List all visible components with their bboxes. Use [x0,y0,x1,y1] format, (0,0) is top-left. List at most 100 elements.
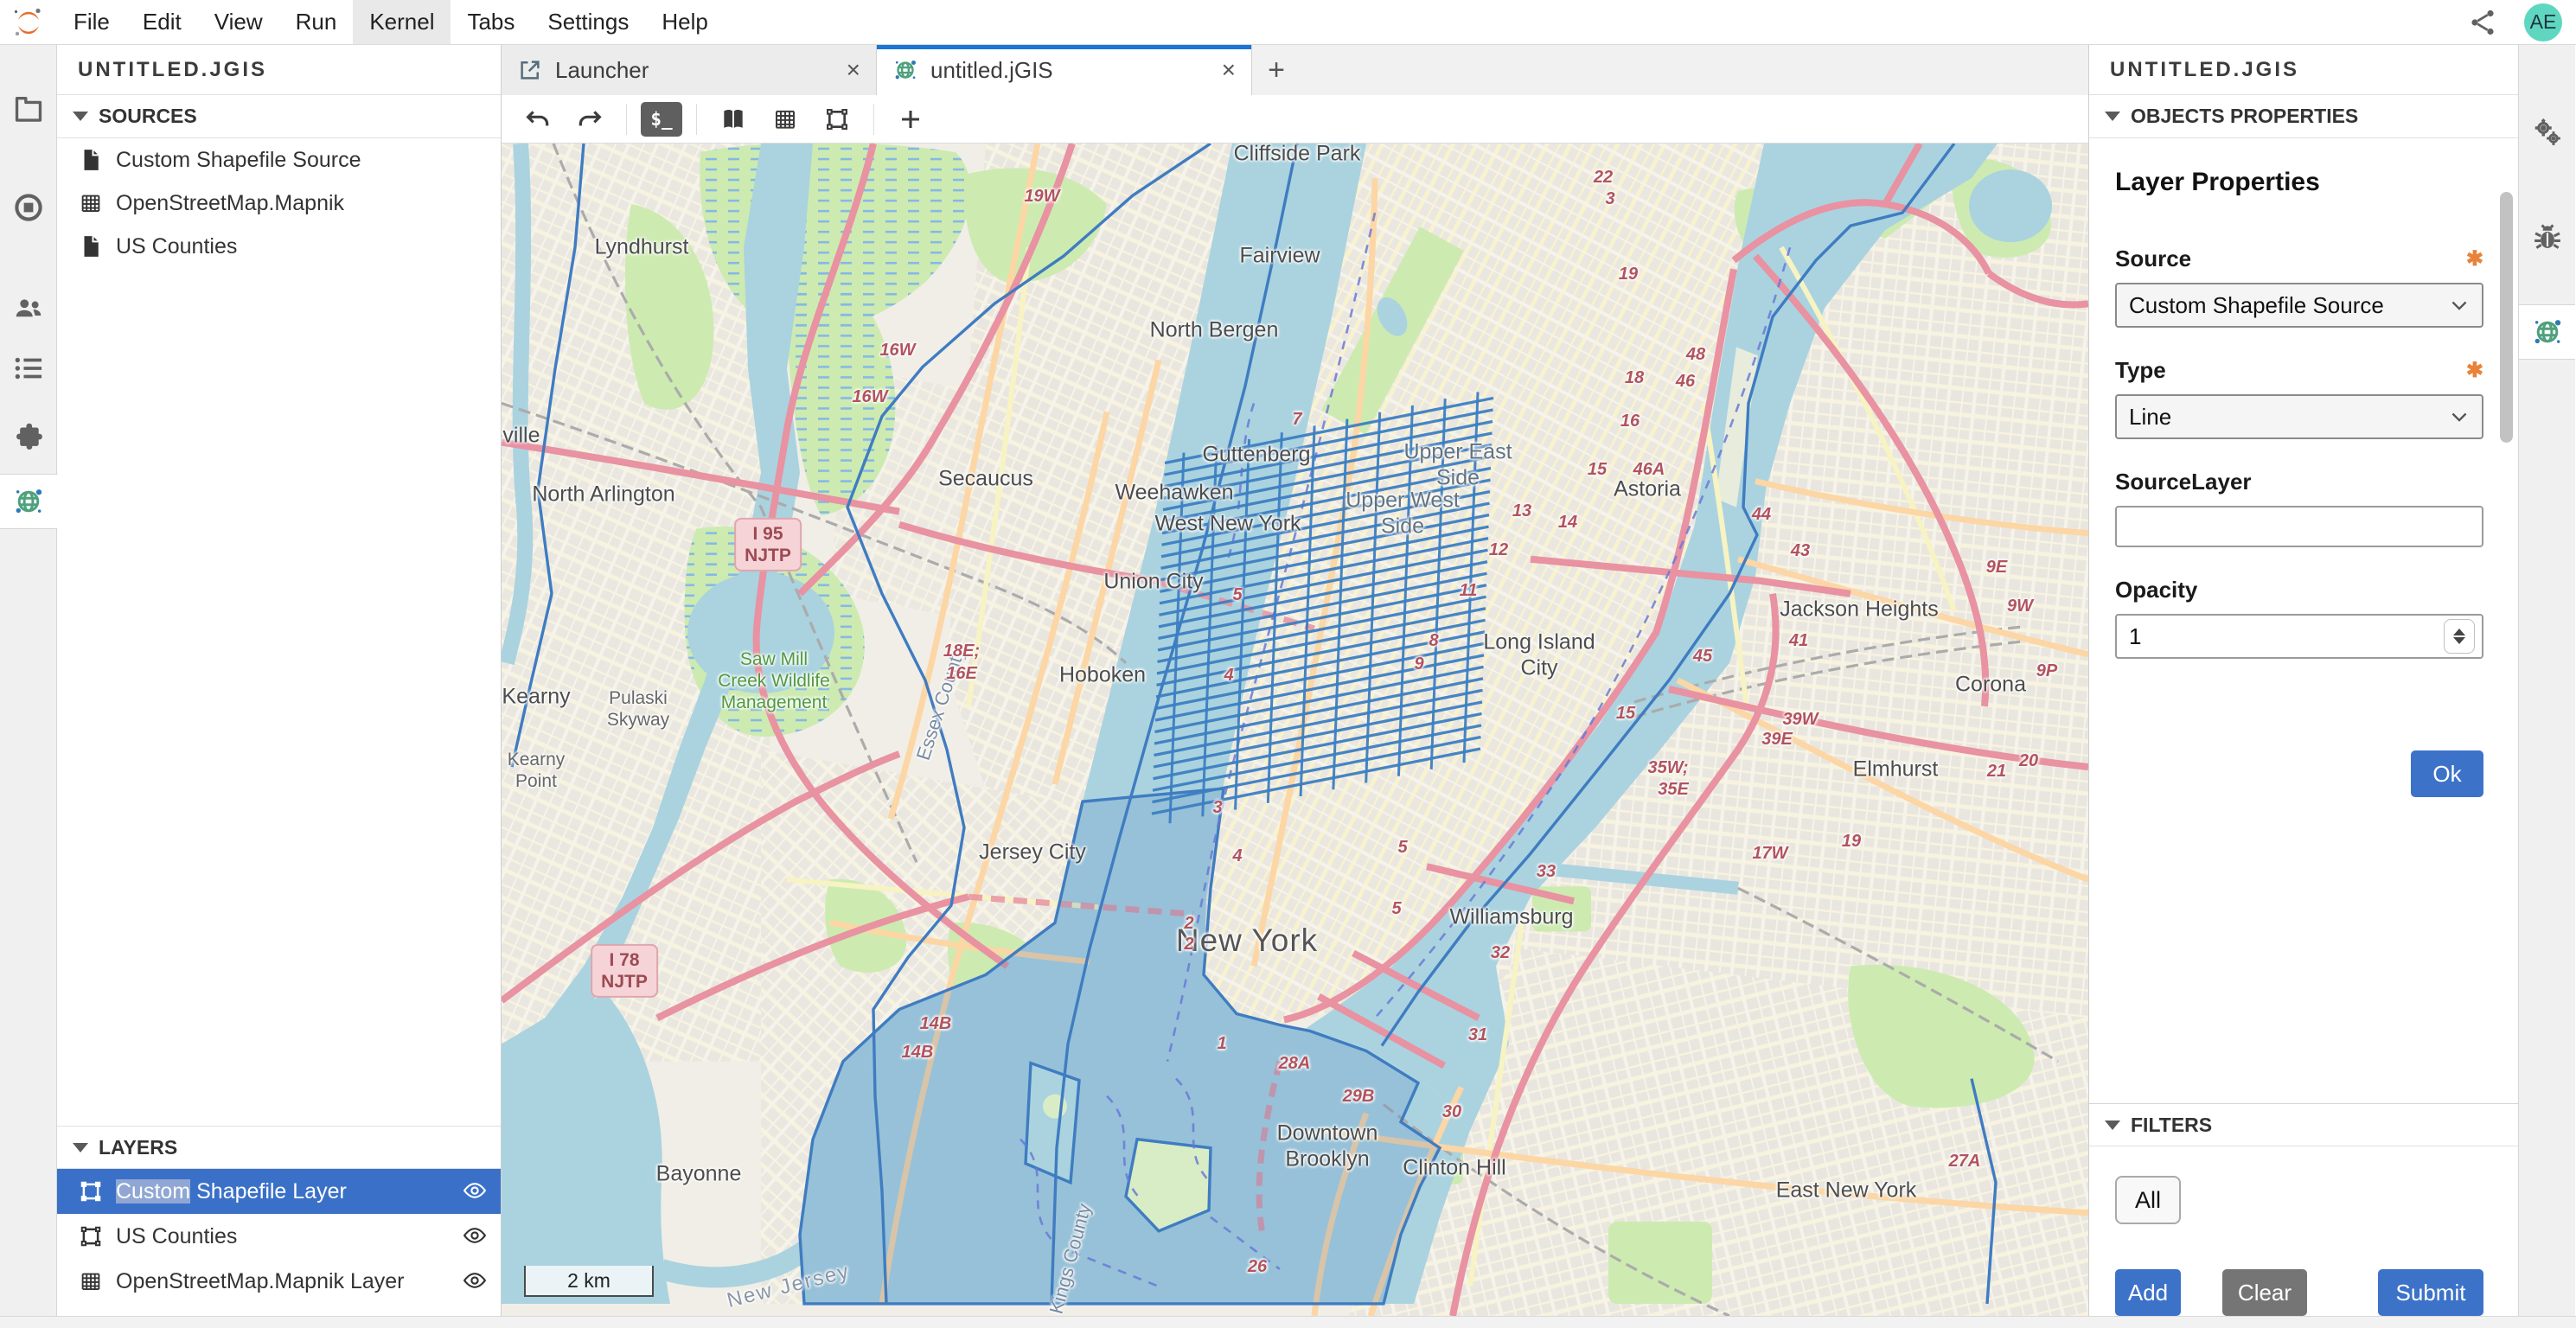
map-canvas[interactable]: Cliffside ParkLyndhurstFairviewNorth Ber… [502,144,2088,1316]
menu-tabs[interactable]: Tabs [451,0,531,44]
road-shield-label: 39W [1782,710,1818,731]
objects-properties-label: OBJECTS PROPERTIES [2131,105,2358,128]
map-label: Hoboken [1059,662,1146,688]
menu-view[interactable]: View [198,0,279,44]
property-inspector-icon[interactable] [2519,105,2575,161]
jupytergis-panel-icon[interactable] [0,474,58,529]
source-item[interactable]: US Counties [57,225,501,268]
number-spinner[interactable] [2444,619,2475,654]
sourcelayer-input[interactable] [2115,506,2483,547]
menu-kernel[interactable]: Kernel [353,0,451,44]
open-symbology-button[interactable] [711,99,756,139]
left-activity-bar [0,45,57,1316]
field-value: 1 [2129,623,2141,650]
road-shield-label: 14 [1558,513,1577,533]
map-label: New Jersey [725,1260,853,1314]
add-button[interactable]: Add [2115,1269,2181,1316]
menu-edit[interactable]: Edit [126,0,198,44]
layer-item[interactable]: Custom Shapefile Layer [57,1169,501,1214]
new-raster-layer-button[interactable] [763,99,808,139]
menu-file[interactable]: File [57,0,126,44]
field-label-row: Source✱ [2115,246,2483,272]
map-label: eville [502,423,540,449]
new-vector-layer-button[interactable] [815,99,860,139]
running-kernels-icon[interactable] [0,180,56,235]
opacity-input[interactable]: 1 [2115,614,2483,659]
menu-bar-right: AE [2467,0,2576,44]
menu-run[interactable]: Run [279,0,354,44]
field-label: Opacity [2115,577,2197,603]
extension-manager-icon[interactable] [0,408,56,463]
jupytergis-panel-icon[interactable] [2519,304,2575,360]
road-shield-label: 26 [1248,1257,1267,1278]
map-label: Lyndhurst [595,234,689,260]
menu-help[interactable]: Help [645,0,724,44]
sources-section-header[interactable]: SOURCES [57,95,501,138]
field-label-row: SourceLayer [2115,469,2483,495]
right-panel-scrollbar[interactable] [2500,192,2513,443]
layer-item[interactable]: OpenStreetMap.Mapnik Layer [57,1259,501,1304]
left-panel-bottom [57,1304,501,1316]
spinner-up-icon [2453,629,2465,635]
form-fields: Source✱ Custom Shapefile Source Type✱ Line S… [2115,246,2483,688]
filter-scope-select[interactable]: All [2115,1176,2181,1224]
layer-properties-form: Layer Properties Source✱Custom Shapefile… [2089,138,2518,1081]
layers-section-header[interactable]: LAYERS [57,1126,501,1169]
debugger-icon[interactable] [2519,209,2575,265]
file-icon [78,233,104,259]
tabs: Launcher×untitled.jGIS× [502,45,1252,95]
road-shield-label: 16W [879,341,915,361]
source-item[interactable]: Custom Shapefile Source [57,138,501,182]
toolbar-separator [626,104,627,135]
add-tab-button[interactable]: + [1252,45,1301,95]
tab-close-icon[interactable]: × [847,56,860,84]
user-avatar[interactable]: AE [2524,3,2562,42]
add-layer-button[interactable] [888,99,933,139]
objects-properties-header[interactable]: OBJECTS PROPERTIES [2089,95,2518,138]
road-shield-label: 4 [1224,666,1233,686]
road-shield-label: 16E [946,664,977,685]
tab-close-icon[interactable]: × [1222,56,1236,84]
ok-button[interactable]: Ok [2411,750,2483,797]
table-of-contents-icon[interactable] [0,341,56,396]
tab-launcher[interactable]: Launcher× [502,45,877,95]
road-shield-label: 15 [1588,460,1607,481]
source-item[interactable]: OpenStreetMap.Mapnik [57,182,501,225]
map-label: Downtown Brooklyn [1277,1121,1378,1172]
road-shield-label: 16W [852,387,887,408]
console-toggle-button[interactable]: $_ [641,102,682,137]
redo-button[interactable] [567,99,612,139]
layer-visibility-eye-icon[interactable] [461,1267,489,1295]
menu-settings[interactable]: Settings [531,0,645,44]
caret-down-icon [2105,1120,2120,1130]
vector-icon [78,1223,104,1249]
source-select[interactable]: Custom Shapefile Source [2115,283,2483,328]
submit-button[interactable]: Submit [2378,1269,2483,1316]
scale-label: 2 km [567,1269,610,1293]
road-shield-label: 2 [1184,914,1193,935]
source-item-label: OpenStreetMap.Mapnik [116,191,344,216]
clear-button[interactable]: Clear [2222,1269,2307,1316]
layer-visibility-eye-icon[interactable] [461,1223,489,1250]
road-shield-label: 43 [1791,541,1810,562]
tab-untitled-jgis[interactable]: untitled.jGIS× [877,45,1252,95]
undo-button[interactable] [515,99,560,139]
road-shield-label: 15 [1616,704,1635,725]
right-panel-title: UNTITLED.JGIS [2089,45,2518,95]
road-shield-label: 16 [1620,412,1640,432]
field-label-row: Type✱ [2115,357,2483,384]
map-label: Fairview [1239,243,1320,269]
road-shield-label: 2 [1184,935,1193,955]
filters-section-header[interactable]: FILTERS [2089,1103,2518,1146]
file-browser-icon[interactable] [0,80,56,135]
share-icon[interactable] [2467,7,2498,38]
map-label: Jersey City [979,840,1086,865]
type-select[interactable]: Line [2115,394,2483,439]
road-shield-label: 12 [1489,540,1508,561]
map-label: Kearny [502,684,570,710]
toolbar-separator [873,104,874,135]
layer-item[interactable]: US Counties [57,1214,501,1259]
collaboration-icon[interactable] [0,280,56,335]
road-shield-label: 17W [1752,844,1787,865]
layer-visibility-eye-icon[interactable] [461,1178,489,1205]
